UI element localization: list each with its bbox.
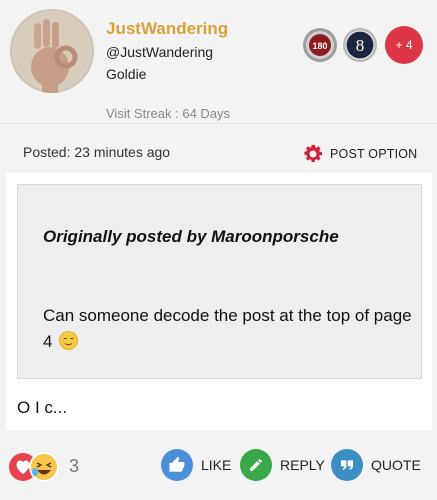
- like-button[interactable]: LIKE: [161, 449, 231, 481]
- username[interactable]: JustWandering: [106, 19, 228, 39]
- quote-block: Originally posted by Maroonporsche Can s…: [17, 184, 422, 379]
- posted-time: Posted: 23 minutes ago: [23, 144, 171, 160]
- post-option-label: POST OPTION: [330, 147, 418, 161]
- quote-button[interactable]: QUOTE: [331, 449, 421, 481]
- post-option-button[interactable]: POST OPTION: [302, 143, 417, 165]
- like-label: LIKE: [201, 457, 232, 473]
- visit-streak: Visit Streak : 64 Days: [106, 106, 231, 121]
- post-card: Originally posted by Maroonporsche Can s…: [6, 173, 432, 430]
- user-handle: @JustWandering: [106, 44, 214, 60]
- reaction-count: 3: [69, 456, 80, 476]
- avatar[interactable]: [10, 9, 94, 93]
- quote-label: QUOTE: [371, 457, 421, 473]
- badge-8-icon[interactable]: 8: [342, 27, 378, 63]
- post-header: JustWandering @JustWandering Goldie Visi…: [0, 0, 437, 123]
- quote-text: Can someone decode the post at the top o…: [43, 306, 412, 351]
- quote-marks-icon: [331, 449, 363, 481]
- laughing-face-icon: [29, 452, 59, 482]
- avatar-ok-hand-icon: [10, 9, 94, 93]
- divider: [0, 123, 437, 124]
- gear-icon: [304, 144, 323, 162]
- badge-180-icon[interactable]: 180: [302, 27, 338, 63]
- quote-author: Originally posted by Maroonporsche: [43, 227, 339, 246]
- post-footer: 3 LIKE REPLY QUOTE: [0, 437, 437, 500]
- reply-label: REPLY: [280, 457, 325, 473]
- user-rank: Goldie: [106, 66, 147, 82]
- post-body: O I c...: [17, 398, 68, 417]
- badge-180-label: 180: [312, 41, 327, 51]
- more-badges-button[interactable]: + 4: [385, 26, 423, 64]
- thumbs-up-icon: [161, 449, 193, 481]
- quote-text-wrap: Can someone decode the post at the top o…: [43, 303, 413, 355]
- pencil-icon: [240, 449, 272, 481]
- relieved-face-icon: [59, 331, 79, 350]
- reactions[interactable]: [8, 450, 64, 484]
- reply-button[interactable]: REPLY: [240, 449, 325, 481]
- badge-8-label: 8: [356, 36, 365, 55]
